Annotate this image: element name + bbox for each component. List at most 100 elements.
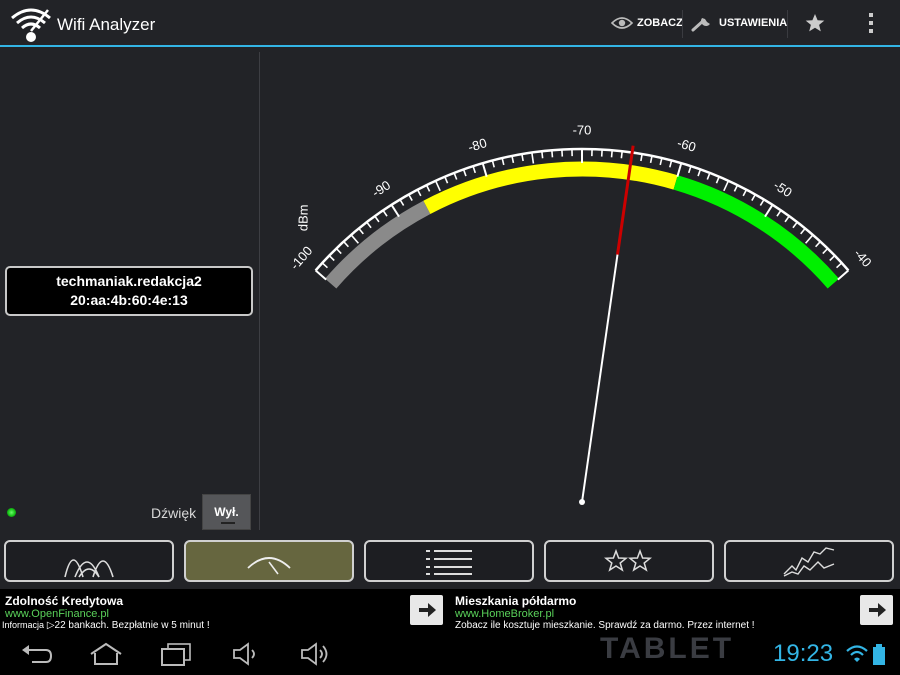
status-clock: 19:23 (773, 640, 834, 667)
gauge-tick (444, 176, 449, 184)
watermark: TABLET (600, 632, 735, 665)
wifi-analyzer-logo-icon[interactable] (8, 4, 54, 44)
gauge-tick (715, 176, 720, 184)
gauge-tick (836, 262, 843, 269)
tab-time-graph[interactable] (724, 540, 894, 582)
gauge-tick (366, 221, 372, 229)
ad-description: Informacja ▷22 bankach. Bezpłatnie w 5 m… (2, 620, 210, 631)
gauge-tick (335, 247, 342, 255)
gauge-tick (321, 262, 328, 269)
gauge-tick (453, 172, 458, 180)
network-ssid: techmaniak.redakcja2 (56, 273, 202, 289)
gauge-tick (800, 227, 806, 235)
list-icon (426, 550, 472, 575)
system-nav-bar (0, 632, 900, 675)
gauge-tick (399, 199, 405, 206)
gauge-tick (434, 180, 441, 192)
gauge-tick (764, 204, 774, 218)
tab-channel-rating[interactable] (544, 540, 714, 582)
sound-toggle-button[interactable]: Wył. (202, 494, 251, 530)
gauge-unit-label: dBm (295, 204, 310, 231)
gauge-tick (314, 269, 327, 281)
volume-down-icon[interactable] (228, 640, 264, 668)
gauge-tick (462, 169, 467, 177)
gauge-tick (815, 241, 821, 248)
gauge-tick (829, 255, 836, 262)
sound-label: Dźwięk (151, 505, 197, 521)
action-bar: Wifi Analyzer ZOBACZ USTAWIENIA (0, 0, 900, 47)
gauge-tick (805, 234, 814, 244)
ad-url[interactable]: www.OpenFinance.pl (5, 608, 109, 620)
gauge-tick (659, 157, 663, 166)
view-button-label: ZOBACZ (637, 17, 683, 29)
ad-choices-icon[interactable]: ▷ (47, 620, 55, 631)
gauge-tick (551, 150, 554, 158)
settings-button-label: USTAWIENIA (719, 17, 788, 29)
gauge-tick (733, 184, 739, 192)
volume-up-icon[interactable] (298, 640, 334, 668)
gauge-tick (742, 189, 748, 197)
gauge-tick (792, 221, 798, 229)
ad-title: Mieszkania półdarmo (455, 594, 577, 608)
gauge-tick (521, 154, 524, 162)
tab-ap-list[interactable] (364, 540, 534, 582)
gauge-tick (511, 155, 515, 164)
ad-item[interactable]: Mieszkania półdarmo www.HomeBroker.pl Zo… (450, 589, 900, 632)
eye-icon (611, 17, 633, 29)
ad-title: Zdolność Kredytowa (5, 594, 124, 608)
gauge-tick (491, 160, 495, 168)
gauge-tick (358, 227, 364, 235)
gauge-needle (581, 254, 619, 503)
gauge-tick (759, 199, 765, 206)
ad-item[interactable]: Zdolność Kredytowa www.OpenFinance.pl In… (0, 589, 448, 632)
favorite-button[interactable] (805, 6, 825, 40)
ad-description-text: 22 bankach. Bezpłatnie w 5 minut ! (54, 620, 210, 631)
gauge-tick (390, 204, 400, 218)
view-button[interactable]: ZOBACZ (611, 6, 683, 40)
view-tabs (0, 538, 900, 586)
gauge-tick-label: -90 (369, 177, 393, 200)
gauge-meter-icon (247, 557, 291, 575)
gauge-tick (649, 155, 653, 164)
arrow-right-icon (418, 603, 436, 617)
gauge-tick (687, 165, 692, 174)
time-graph-icon (783, 547, 835, 577)
action-bar-separator (787, 10, 788, 38)
tab-signal-meter[interactable] (184, 540, 354, 582)
gauge-pivot (579, 499, 585, 505)
gauge-tick-label: -50 (771, 177, 795, 200)
gauge-tick (408, 194, 413, 201)
recent-apps-icon[interactable] (158, 640, 194, 668)
ad-info-label[interactable]: Informacja (2, 620, 44, 630)
gauge-tick-label: -100 (287, 243, 315, 272)
gauge-tick (822, 247, 829, 255)
gauge-zone (325, 200, 431, 289)
settings-button[interactable]: USTAWIENIA (691, 6, 787, 40)
home-icon[interactable] (88, 640, 124, 668)
gauge-tick (501, 157, 505, 166)
gauge-tick (620, 151, 623, 159)
gauge-tick (610, 150, 613, 158)
ad-banner: Zdolność Kredytowa www.OpenFinance.pl In… (0, 589, 900, 632)
more-vert-icon (869, 13, 873, 33)
gauge-tick (374, 215, 380, 223)
action-bar-separator (682, 10, 683, 38)
gauge-tick (723, 180, 730, 192)
gauge-tick (784, 215, 790, 223)
gauge-tick (425, 184, 431, 192)
gauge-needle-tip (616, 145, 635, 255)
gauge-tick-label: -60 (676, 135, 698, 155)
tab-channel-graph[interactable] (4, 540, 174, 582)
signal-gauge: -100 -90 -80 -70 -60 -50 -40 dBm (287, 122, 875, 505)
ad-open-button[interactable] (410, 595, 443, 625)
gauge-tick (697, 169, 702, 177)
ad-url[interactable]: www.HomeBroker.pl (455, 608, 554, 620)
ad-open-button[interactable] (860, 595, 893, 625)
channel-graph-icon (64, 559, 114, 578)
back-icon[interactable] (18, 640, 54, 668)
selected-network-box[interactable]: techmaniak.redakcja2 20:aa:4b:60:4e:13 (5, 266, 253, 316)
wifi-status-icon (846, 645, 868, 662)
arrow-right-icon (868, 603, 886, 617)
overflow-menu-button[interactable] (866, 6, 876, 40)
gauge-tick (676, 162, 683, 177)
